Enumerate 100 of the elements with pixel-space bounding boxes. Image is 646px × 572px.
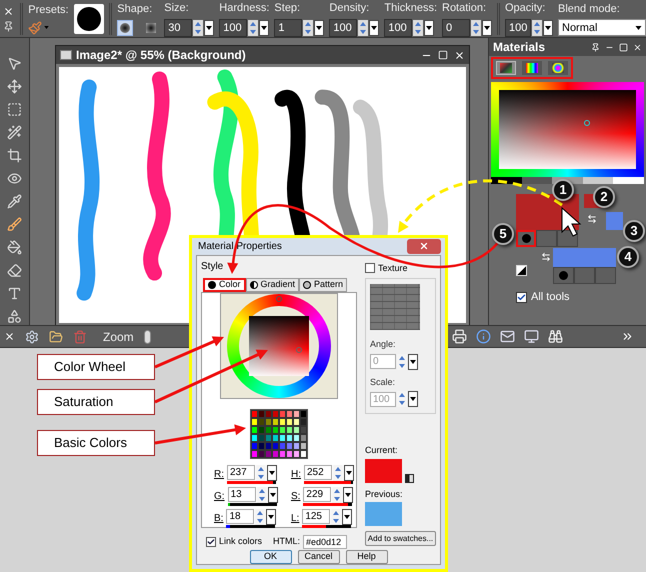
dropdown-button[interactable] [408,391,418,407]
checkbox[interactable] [364,263,375,274]
spinner-icon[interactable] [532,20,542,36]
style-tab[interactable]: Gradient [246,278,300,292]
magic-wand-icon[interactable] [7,125,22,140]
color-picker[interactable] [491,82,644,177]
pin-icon[interactable] [3,20,14,32]
number-field[interactable]: 100 [384,18,412,37]
dropdown-button[interactable] [424,20,434,36]
close-icon[interactable] [3,6,14,16]
brush-tip-preview[interactable] [74,4,104,34]
dialog-button[interactable]: Cancel [298,550,340,564]
spinner-icon[interactable] [248,20,258,36]
dropdown-button[interactable] [344,464,354,480]
dropdown-button[interactable] [543,20,553,36]
color-swatch[interactable] [364,458,402,482]
maximize-icon[interactable] [438,50,448,60]
materials-tab[interactable] [522,61,542,75]
swap-icon[interactable] [541,252,551,262]
style-button[interactable] [553,267,574,284]
binoculars-icon[interactable] [548,329,563,344]
dropdown-button[interactable] [259,20,270,36]
shape-button[interactable] [117,20,134,36]
number-field[interactable]: 100 [219,18,248,37]
close-icon[interactable] [454,50,465,60]
spinner-icon[interactable] [471,20,481,36]
number-field[interactable]: 13 [228,487,256,502]
number-field[interactable]: 125 [302,509,330,524]
spinner-icon[interactable] [396,354,407,370]
checkbox[interactable] [516,292,527,303]
number-field[interactable]: 30 [164,18,192,37]
spinner-icon[interactable] [396,391,407,407]
spinner-icon[interactable] [255,508,266,524]
crop-icon[interactable] [7,148,22,163]
eye-icon[interactable] [7,171,22,186]
monitor-icon[interactable] [524,329,539,344]
paint-bucket-icon[interactable] [7,240,22,255]
spinner-icon[interactable] [413,20,424,36]
close-icon[interactable] [633,42,642,52]
dropdown-button[interactable] [204,20,214,36]
dropdown-button[interactable] [268,486,278,502]
spinner-icon[interactable] [331,508,342,524]
dropdown-button[interactable] [369,20,380,36]
saturation-square[interactable] [248,316,309,376]
brush-icon[interactable] [7,217,22,232]
spinner-icon[interactable] [256,464,266,480]
close-button[interactable] [407,238,441,254]
settings-icon[interactable] [25,330,39,344]
grayscale-strip[interactable] [491,177,644,184]
spinner-icon[interactable] [256,486,267,502]
html-field[interactable]: #ed0d12 [303,534,348,548]
dropdown-button[interactable] [267,464,277,480]
pipette-icon[interactable] [7,194,22,209]
grid-icon[interactable] [404,474,414,482]
number-field[interactable]: 1 [274,18,302,37]
zoom-slider-handle[interactable] [144,330,151,344]
pin-icon[interactable] [591,42,600,52]
spinner-icon[interactable] [332,464,343,480]
materials-tab[interactable] [496,61,516,75]
number-field[interactable]: 18 [226,509,254,524]
dropdown-button[interactable] [314,20,324,36]
maximize-icon[interactable] [619,42,628,52]
close-icon[interactable] [4,331,15,342]
dropdown-button[interactable] [266,508,276,524]
dropdown-button[interactable] [343,486,354,502]
move-icon[interactable] [7,79,22,94]
number-field[interactable]: 237 [227,465,255,480]
number-field[interactable]: 229 [303,487,332,502]
number-field[interactable]: 100 [505,18,531,37]
selection-icon[interactable] [7,102,22,117]
spinner-icon[interactable] [332,486,342,502]
color-swatch[interactable] [364,502,402,526]
spinner-icon[interactable] [358,20,368,36]
checkbox[interactable] [206,536,216,546]
mail-icon[interactable] [500,329,515,344]
style-tab[interactable]: Color [203,278,246,292]
folder-icon[interactable] [49,330,63,344]
materials-tab[interactable] [548,61,568,75]
number-field[interactable]: 100 [329,18,358,37]
close-icon[interactable] [419,241,429,252]
dialog-button[interactable]: Help [346,550,388,564]
shapes-icon[interactable] [7,309,22,324]
dropdown-button[interactable] [342,508,352,524]
background-swatch[interactable] [606,212,623,230]
pointer-icon[interactable] [7,56,22,71]
add-to-swatches-button[interactable]: Add to swatches... [364,531,436,546]
reset-colors-icon[interactable] [516,265,527,276]
number-field[interactable]: 252 [304,465,332,480]
basic-colors-grid[interactable] [250,408,308,458]
number-field[interactable]: 0 [442,18,470,37]
dialog-button[interactable]: OK [250,550,292,564]
dropdown-button[interactable] [408,354,418,370]
eraser-icon[interactable] [7,263,22,278]
blend-mode-dropdown[interactable]: Normal [558,19,646,36]
color-wheel[interactable] [220,292,338,398]
printer-icon[interactable] [452,329,467,344]
style-button[interactable] [516,230,536,247]
spinner-icon[interactable] [303,20,314,36]
swap-icon[interactable] [587,214,597,224]
info-icon[interactable] [476,329,491,344]
